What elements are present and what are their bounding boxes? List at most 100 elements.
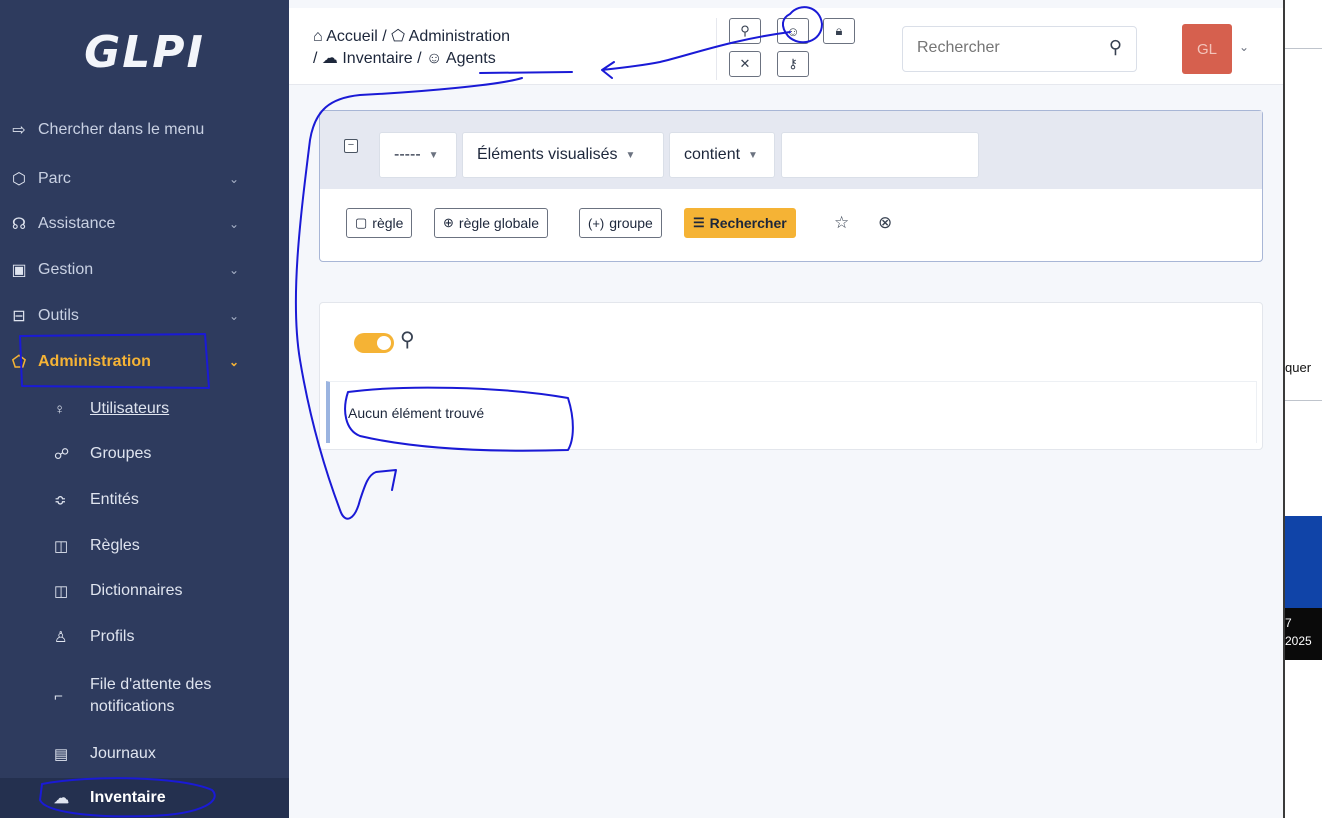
empty-result-row: Aucun élément trouvé xyxy=(326,381,1257,443)
operator-select[interactable]: contient ▼ xyxy=(669,132,775,178)
tools-button[interactable]: ⚷ xyxy=(777,51,809,77)
menu-item-assistance[interactable]: ☊ Assistance ⌄ xyxy=(0,202,289,246)
breadcrumb-inventaire[interactable]: Inventaire xyxy=(342,50,412,67)
criteria-select-value: Éléments visualisés xyxy=(477,146,618,163)
add-group-label: groupe xyxy=(609,215,653,231)
submenu-item-notifications[interactable]: ⌐ File d'attente des notifications xyxy=(50,668,289,724)
submenu-item-entites[interactable]: ≎ Entités xyxy=(50,480,289,520)
user-icon: ♀ xyxy=(54,400,66,418)
reset-icon[interactable]: ⊗ xyxy=(878,213,892,233)
cloud-download-icon: ☁ xyxy=(54,790,69,807)
star-icon[interactable]: ☆ xyxy=(834,213,849,233)
logo-text: GLPI xyxy=(84,26,205,78)
criteria-value-input[interactable] xyxy=(781,132,979,178)
breadcrumb-separator: / xyxy=(313,50,318,67)
chevron-down-icon[interactable]: ⌄ xyxy=(1239,40,1249,54)
divider xyxy=(1285,400,1322,401)
search-icon[interactable]: ⚲ xyxy=(1109,37,1122,58)
add-global-rule-label: règle globale xyxy=(458,215,540,231)
briefcase-icon: ⊟ xyxy=(12,308,26,325)
search-criteria-panel: − ----- ▼ Éléments visualisés ▼ contient… xyxy=(319,110,1263,262)
lock-icon: 🔒︎ xyxy=(835,23,843,38)
taskbar-clock: 7 2025 xyxy=(1285,608,1322,660)
field-select[interactable]: ----- ▼ xyxy=(379,132,457,178)
search-submit-button[interactable]: ☰ Rechercher xyxy=(684,208,796,238)
clock-line: 7 xyxy=(1285,616,1292,630)
chevron-down-icon: ⌄ xyxy=(228,217,239,231)
home-icon: ⌂ xyxy=(313,28,323,45)
breadcrumb-separator: / xyxy=(417,50,422,67)
avatar[interactable]: GL xyxy=(1182,24,1232,74)
menu-search[interactable]: ⇨ Chercher dans le menu xyxy=(0,108,289,152)
close-button[interactable]: ✕ xyxy=(729,51,761,77)
search-submit-label: Rechercher xyxy=(709,215,787,231)
close-icon: ✕ xyxy=(739,56,751,71)
add-rule-button[interactable]: ▢ règle xyxy=(346,208,413,238)
notification-icon: ⌐ xyxy=(54,687,63,705)
search-toggle-button[interactable]: ⚲ xyxy=(729,18,761,44)
background-window: quer 7 2025 xyxy=(1283,0,1322,818)
menu-item-gestion[interactable]: ▣ Gestion ⌄ xyxy=(0,248,289,292)
partial-text: quer xyxy=(1285,360,1312,375)
submenu-item-label: Journaux xyxy=(90,745,156,762)
submenu-item-label: Règles xyxy=(90,537,140,554)
arrow-right-icon: ⇨ xyxy=(12,122,26,139)
agent-button[interactable]: ☺ xyxy=(777,18,809,44)
robot-icon: ☺ xyxy=(425,50,443,67)
search-input[interactable] xyxy=(903,27,1083,69)
clock-line: 2025 xyxy=(1285,634,1312,648)
menu-item-administration[interactable]: ⬠ Administration ⌄ xyxy=(0,340,289,384)
wallet-icon: ▣ xyxy=(11,262,27,279)
add-global-rule-button[interactable]: ⊕ règle globale xyxy=(434,208,549,238)
breadcrumb-home[interactable]: Accueil xyxy=(326,28,378,45)
search-icon: ⚲ xyxy=(740,23,750,38)
user-check-icon: ♙ xyxy=(54,629,68,646)
search-icon[interactable]: ⚲ xyxy=(400,327,415,352)
submenu-item-label: Utilisateurs xyxy=(90,400,170,417)
collapse-icon[interactable]: − xyxy=(344,139,358,153)
submenu-item-utilisateurs[interactable]: ♀ Utilisateurs xyxy=(50,389,289,429)
caret-down-icon: ▼ xyxy=(748,149,758,161)
circle-plus-icon: ⊕ xyxy=(443,215,454,230)
shield-icon: ⬠ xyxy=(12,354,26,371)
news-icon: ▤ xyxy=(54,746,69,763)
global-search: ⚲ xyxy=(902,26,1137,72)
breadcrumb: ⌂ Accueil / ⬠ Administration / ☁ Inventa… xyxy=(313,26,510,70)
add-group-button[interactable]: (+) groupe xyxy=(579,208,662,238)
list-search-icon: ☰ xyxy=(693,215,705,230)
submenu-item-journaux[interactable]: ▤ Journaux xyxy=(50,734,289,774)
submenu-item-dictionnaires[interactable]: ◫ Dictionnaires xyxy=(50,571,289,611)
book-icon: ◫ xyxy=(54,583,69,600)
menu-search-label: Chercher dans le menu xyxy=(38,121,205,138)
empty-message: Aucun élément trouvé xyxy=(348,404,485,421)
chevron-down-icon: ⌄ xyxy=(228,263,239,277)
submenu-item-profils[interactable]: ♙ Profils xyxy=(50,617,289,657)
menu-item-outils[interactable]: ⊟ Outils ⌄ xyxy=(0,294,289,338)
submenu-item-label: File d'attente des notifications xyxy=(90,676,212,715)
users-icon: ☍ xyxy=(54,446,70,463)
submenu-item-regles[interactable]: ◫ Règles xyxy=(50,526,289,566)
menu-item-parc[interactable]: ⬡ Parc ⌄ xyxy=(0,157,289,201)
submenu-item-label: Entités xyxy=(90,491,139,508)
submenu-item-inventaire[interactable]: ☁ Inventaire xyxy=(0,778,289,818)
breadcrumb-administration[interactable]: Administration xyxy=(409,28,510,45)
top-header: ⌂ Accueil / ⬠ Administration / ☁ Inventa… xyxy=(289,8,1283,85)
breadcrumb-agents[interactable]: Agents xyxy=(446,50,496,67)
submenu-item-groupes[interactable]: ☍ Groupes xyxy=(50,434,289,474)
breadcrumb-separator: / xyxy=(382,28,387,45)
menu-item-label: Assistance xyxy=(38,215,116,232)
chevron-down-icon: ⌄ xyxy=(228,309,239,323)
blue-panel xyxy=(1285,516,1322,608)
headset-icon: ☊ xyxy=(11,216,27,233)
cloud-download-icon: ☁ xyxy=(321,50,338,67)
criteria-select[interactable]: Éléments visualisés ▼ xyxy=(462,132,664,178)
lock-button[interactable]: 🔒︎ xyxy=(823,18,855,44)
chevron-down-icon: ⌄ xyxy=(228,355,239,369)
submenu-item-label: Groupes xyxy=(90,445,152,462)
search-mode-toggle[interactable] xyxy=(354,333,394,353)
caret-down-icon: ▼ xyxy=(428,149,439,161)
menu-item-label: Administration xyxy=(38,353,151,370)
glpi-logo[interactable]: GLPI xyxy=(0,0,289,104)
sidebar: GLPI ⇨ Chercher dans le menu ⬡ Parc ⌄ ☊ … xyxy=(0,0,289,818)
menu-item-label: Parc xyxy=(38,170,71,187)
